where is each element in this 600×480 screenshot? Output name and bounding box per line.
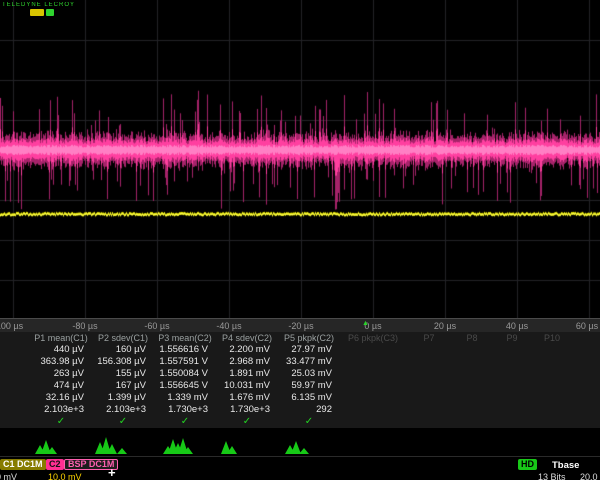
- timebase-label[interactable]: Tbase: [552, 460, 579, 471]
- measurement-value: 155 µV: [92, 368, 154, 380]
- table-row: 440 µV 160 µV 1.556616 V 2.200 mV 27.97 …: [0, 344, 600, 356]
- status-check-icon: ✓: [154, 416, 216, 428]
- hd-mode-badge[interactable]: HD: [518, 459, 537, 470]
- waveform-canvas[interactable]: [0, 0, 600, 318]
- measurement-value: 263 µV: [30, 368, 92, 380]
- measurement-value: 1.730e+3: [154, 404, 216, 416]
- measurement-value: 25.03 mV: [278, 368, 340, 380]
- waveform-display[interactable]: TELEDYNE LECROY: [0, 0, 600, 318]
- measurement-value: 160 µV: [92, 344, 154, 356]
- measurement-value: 167 µV: [92, 380, 154, 392]
- param-header-p6[interactable]: P6 pkpk(C3): [340, 332, 406, 344]
- measurement-value: 1.556645 V: [154, 380, 216, 392]
- status-indicator-green-icon: [46, 9, 54, 16]
- time-axis: -100 µs -80 µs -60 µs -40 µs -20 µs 0 µs…: [0, 318, 600, 333]
- time-tick-label: -20 µs: [288, 321, 313, 331]
- time-tick-label: -80 µs: [72, 321, 97, 331]
- table-row: 2.103e+3 2.103e+3 1.730e+3 1.730e+3 292: [0, 404, 600, 416]
- measurement-value: 1.730e+3: [216, 404, 278, 416]
- param-header-p2[interactable]: P2 sdev(C1): [92, 332, 154, 344]
- table-row: 363.98 µV 156.308 µV 1.557591 V 2.968 mV…: [0, 356, 600, 368]
- measurement-value: 27.97 mV: [278, 344, 340, 356]
- measurement-value: 2.200 mV: [216, 344, 278, 356]
- crosshair-cursor-icon: +: [108, 465, 116, 480]
- time-tick-label: 60 µs: [576, 321, 598, 331]
- histicon-p1[interactable]: [30, 430, 92, 454]
- table-row: 32.16 µV 1.399 µV 1.339 mV 1.676 mV 6.13…: [0, 392, 600, 404]
- measurement-value: 1.891 mV: [216, 368, 278, 380]
- param-header-p4[interactable]: P4 sdev(C2): [216, 332, 278, 344]
- param-header-p5[interactable]: P5 pkpk(C2): [278, 332, 340, 344]
- table-row: 474 µV 167 µV 1.556645 V 10.031 mV 59.97…: [0, 380, 600, 392]
- measurement-value: 1.676 mV: [216, 392, 278, 404]
- channel-c2-descriptor[interactable]: C2: [46, 459, 64, 470]
- param-header-p9[interactable]: P9: [492, 332, 532, 344]
- measurement-value: 10.031 mV: [216, 380, 278, 392]
- brand-logo: TELEDYNE LECROY: [2, 2, 75, 8]
- measurement-value: 2.968 mV: [216, 356, 278, 368]
- trigger-marker-icon[interactable]: ▲: [362, 320, 369, 327]
- param-header-p1[interactable]: P1 mean(C1): [30, 332, 92, 344]
- channel-c1-descriptor[interactable]: C1 DC1M: [0, 459, 46, 470]
- status-check-icon: ✓: [92, 416, 154, 428]
- timebase-scale[interactable]: 20.0 µs: [580, 472, 600, 480]
- status-check-icon: ✓: [278, 416, 340, 428]
- status-check-icon: ✓: [216, 416, 278, 428]
- time-tick-label: -60 µs: [144, 321, 169, 331]
- measurement-value: 59.97 mV: [278, 380, 340, 392]
- param-header-p3[interactable]: P3 mean(C2): [154, 332, 216, 344]
- measurement-value: 32.16 µV: [30, 392, 92, 404]
- c1-scale-value[interactable]: 10.0 mV: [48, 472, 82, 480]
- time-tick-label: -40 µs: [216, 321, 241, 331]
- measurement-value: 1.556616 V: [154, 344, 216, 356]
- measurement-value: 363.98 µV: [30, 356, 92, 368]
- time-tick-label: 40 µs: [506, 321, 528, 331]
- time-tick-label: -100 µs: [0, 321, 23, 331]
- measurement-value: 1.399 µV: [92, 392, 154, 404]
- histicon-p4[interactable]: [216, 430, 278, 454]
- time-tick-label: 20 µs: [434, 321, 456, 331]
- measurement-value: 2.103e+3: [30, 404, 92, 416]
- measurement-table: P1 mean(C1) P2 sdev(C1) P3 mean(C2) P4 s…: [0, 332, 600, 428]
- measurement-value: 474 µV: [30, 380, 92, 392]
- measurement-value: 440 µV: [30, 344, 92, 356]
- measurement-value: 33.477 mV: [278, 356, 340, 368]
- timebase-bits: 13 Bits: [538, 472, 566, 480]
- param-header-p7[interactable]: P7: [406, 332, 452, 344]
- measurement-header-row: P1 mean(C1) P2 sdev(C1) P3 mean(C2) P4 s…: [0, 332, 600, 344]
- status-bar: C1 DC1M C2 BSP DC1M 0 mV 10.0 mV + HD Tb…: [0, 456, 600, 480]
- status-check-row: ✓ ✓ ✓ ✓ ✓: [0, 416, 600, 428]
- oscilloscope-screen: TELEDYNE LECROY -100 µs -80 µs -60 µs -4…: [0, 0, 600, 480]
- histicon-row: [0, 428, 600, 456]
- c1-offset-value[interactable]: 0 mV: [0, 472, 17, 480]
- measurement-value: 156.308 µV: [92, 356, 154, 368]
- measurement-value: 1.557591 V: [154, 356, 216, 368]
- measurement-value: 292: [278, 404, 340, 416]
- table-row: 263 µV 155 µV 1.550084 V 1.891 mV 25.03 …: [0, 368, 600, 380]
- histicon-p3[interactable]: [154, 430, 216, 454]
- histicon-p2[interactable]: [92, 430, 154, 454]
- measurement-value: 1.550084 V: [154, 368, 216, 380]
- measurement-value: 1.339 mV: [154, 392, 216, 404]
- param-header-p8[interactable]: P8: [452, 332, 492, 344]
- measurement-value: 2.103e+3: [92, 404, 154, 416]
- status-indicator-yellow-icon: [30, 9, 44, 16]
- status-check-icon: ✓: [30, 416, 92, 428]
- histicon-p5[interactable]: [278, 430, 340, 454]
- measurement-value: 6.135 mV: [278, 392, 340, 404]
- param-header-p10[interactable]: P10: [532, 332, 572, 344]
